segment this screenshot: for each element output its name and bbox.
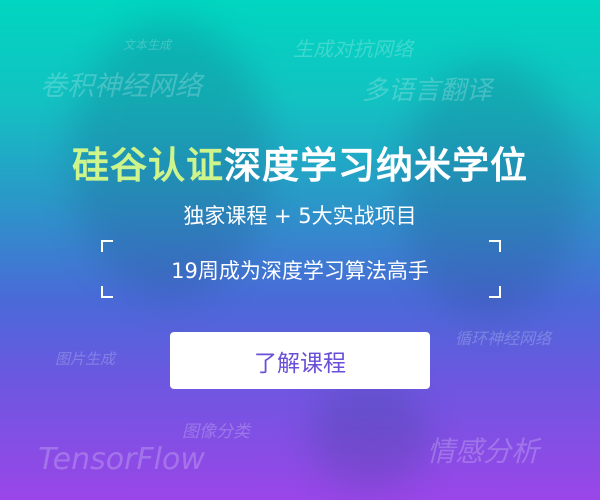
keyword-sentiment: 情感分析 bbox=[427, 435, 540, 468]
background-figure bbox=[310, 380, 430, 490]
bracket-corner bbox=[489, 286, 501, 298]
keyword-rnn: 循环神经网络 bbox=[455, 329, 552, 348]
bracket-corner bbox=[101, 286, 113, 298]
keyword-image-generation: 图片生成 bbox=[55, 350, 116, 368]
banner-title: 硅谷认证深度学习纳米学位 bbox=[0, 135, 600, 189]
keyword-image-classification: 图像分类 bbox=[182, 422, 250, 442]
title-rest: 深度学习纳米学位 bbox=[224, 144, 528, 187]
bracket-corner bbox=[489, 240, 501, 252]
keyword-tensorflow: TensorFlow bbox=[38, 442, 205, 477]
subtitle: 独家课程 + 5大实战项目 bbox=[183, 204, 417, 228]
keyword-translation: 多语言翻译 bbox=[362, 76, 493, 106]
keyword-text-generation: 文本生成 bbox=[123, 38, 172, 52]
keyword-gan: 生成对抗网络 bbox=[293, 37, 413, 61]
keyword-cnn: 卷积神经网络 bbox=[40, 71, 202, 102]
title-highlight: 硅谷认证 bbox=[72, 144, 224, 187]
tagline: 19周成为深度学习算法高手 bbox=[171, 259, 429, 283]
learn-course-button[interactable]: 了解课程 bbox=[170, 332, 430, 389]
bracket-corner bbox=[101, 240, 113, 252]
course-banner[interactable]: 文本生成 卷积神经网络 生成对抗网络 多语言翻译 循环神经网络 图片生成 图像分… bbox=[0, 0, 600, 500]
